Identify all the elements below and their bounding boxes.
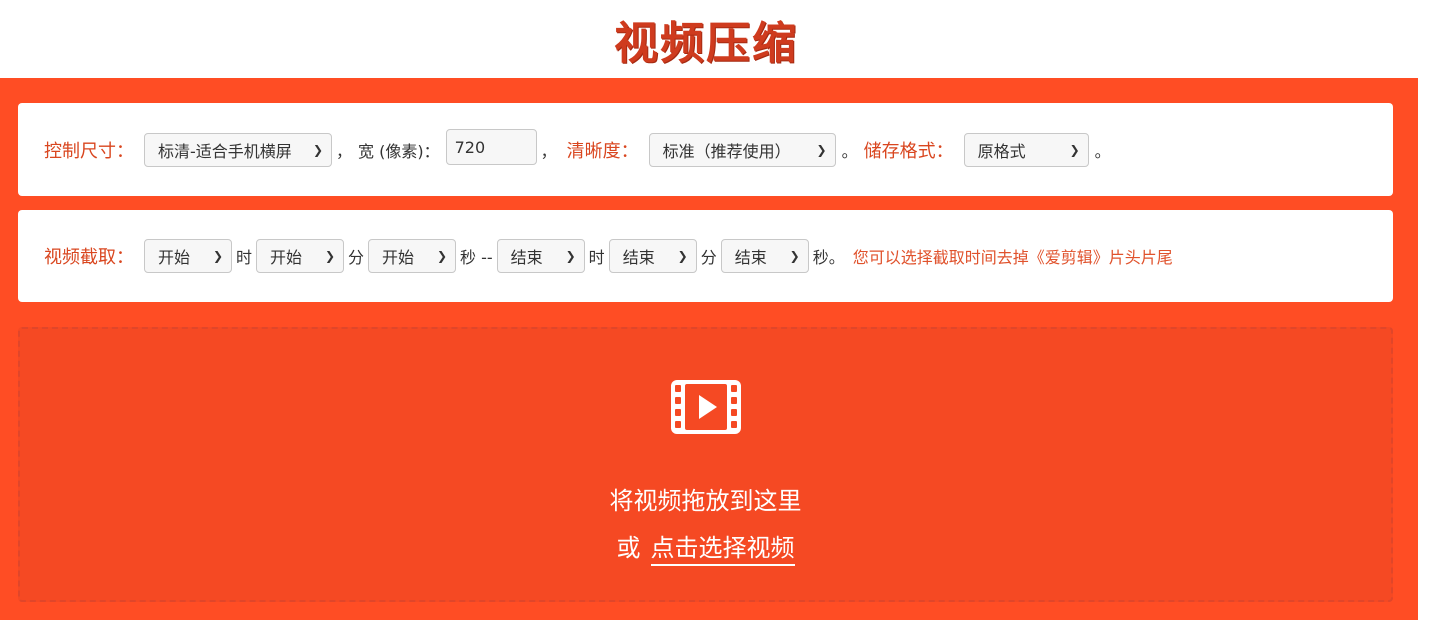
clarity-label: 清晰度： [566,140,639,162]
size-select-value: 标清-适合手机横屏 [158,141,292,161]
separator: ， [540,141,557,161]
clarity-select[interactable]: 标准（推荐使用） ❯ [648,132,836,167]
size-settings-card: 控制尺寸： 标清-适合手机横屏 ❯ ， 宽 (像素)： ， 清晰度： 标准（推荐… [18,103,1393,196]
size-label: 控制尺寸： [44,140,134,162]
chevron-down-icon: ❯ [816,142,827,157]
choose-line: 或 点击选择视频 [617,528,795,566]
chevron-down-icon: ❯ [436,249,448,263]
separator: ， [336,141,353,161]
trim-label: 视频截取： [44,247,134,268]
end-hour-select[interactable]: 结束 ❯ [496,239,585,273]
minute-unit: 分 [700,248,717,267]
chevron-down-icon: ❯ [324,249,336,263]
minute-unit: 分 [348,248,365,267]
end-second-value: 结束 [734,248,767,267]
chevron-down-icon: ❯ [565,249,576,263]
start-hour-value: 开始 [158,248,191,267]
end-minute-select[interactable]: 结束 ❯ [608,239,697,273]
drop-instruction: 将视频拖放到这里 [609,487,802,515]
start-minute-value: 开始 [270,248,303,267]
main-panel: 控制尺寸： 标清-适合手机横屏 ❯ ， 宽 (像素)： ， 清晰度： 标准（推荐… [0,78,1418,620]
or-text: 或 [616,534,641,562]
hour-unit: 时 [236,248,253,267]
page-title: 视频压缩 [614,18,798,69]
width-label: 宽 (像素)： [358,141,440,161]
second-range-separator: 秒 -- [460,248,493,267]
film-icon [670,380,741,434]
second-unit: 秒。 [812,248,845,267]
format-label: 储存格式： [863,140,954,162]
separator: 。 [841,141,858,161]
end-second-select[interactable]: 结束 ❯ [720,239,809,273]
end-hour-value: 结束 [510,248,543,267]
start-second-select[interactable]: 开始 ❯ [368,239,457,273]
width-input[interactable] [445,129,537,165]
hour-unit: 时 [588,248,605,267]
trim-settings-card: 视频截取： 开始 ❯ 时 开始 ❯ 分 开始 ❯ 秒 -- 结束 ❯ 时 结束 … [18,210,1393,302]
video-dropzone[interactable]: 将视频拖放到这里 或 点击选择视频 [18,327,1393,602]
start-minute-select[interactable]: 开始 ❯ [256,239,345,273]
start-hour-select[interactable]: 开始 ❯ [144,239,232,273]
chevron-down-icon: ❯ [212,249,223,263]
clarity-select-value: 标准（推荐使用） [662,141,791,161]
chevron-down-icon: ❯ [312,142,323,157]
choose-video-link[interactable]: 点击选择视频 [650,528,795,566]
end-minute-value: 结束 [622,248,655,267]
chevron-down-icon: ❯ [677,249,688,263]
start-second-value: 开始 [382,248,415,267]
format-select-value: 原格式 [977,141,1026,161]
chevron-down-icon: ❯ [789,249,800,263]
chevron-down-icon: ❯ [1069,142,1080,157]
size-select[interactable]: 标清-适合手机横屏 ❯ [144,132,332,167]
separator: 。 [1094,141,1111,161]
format-select[interactable]: 原格式 ❯ [963,132,1089,167]
trim-hint: 您可以选择截取时间去掉《爱剪辑》片头片尾 [852,248,1173,267]
